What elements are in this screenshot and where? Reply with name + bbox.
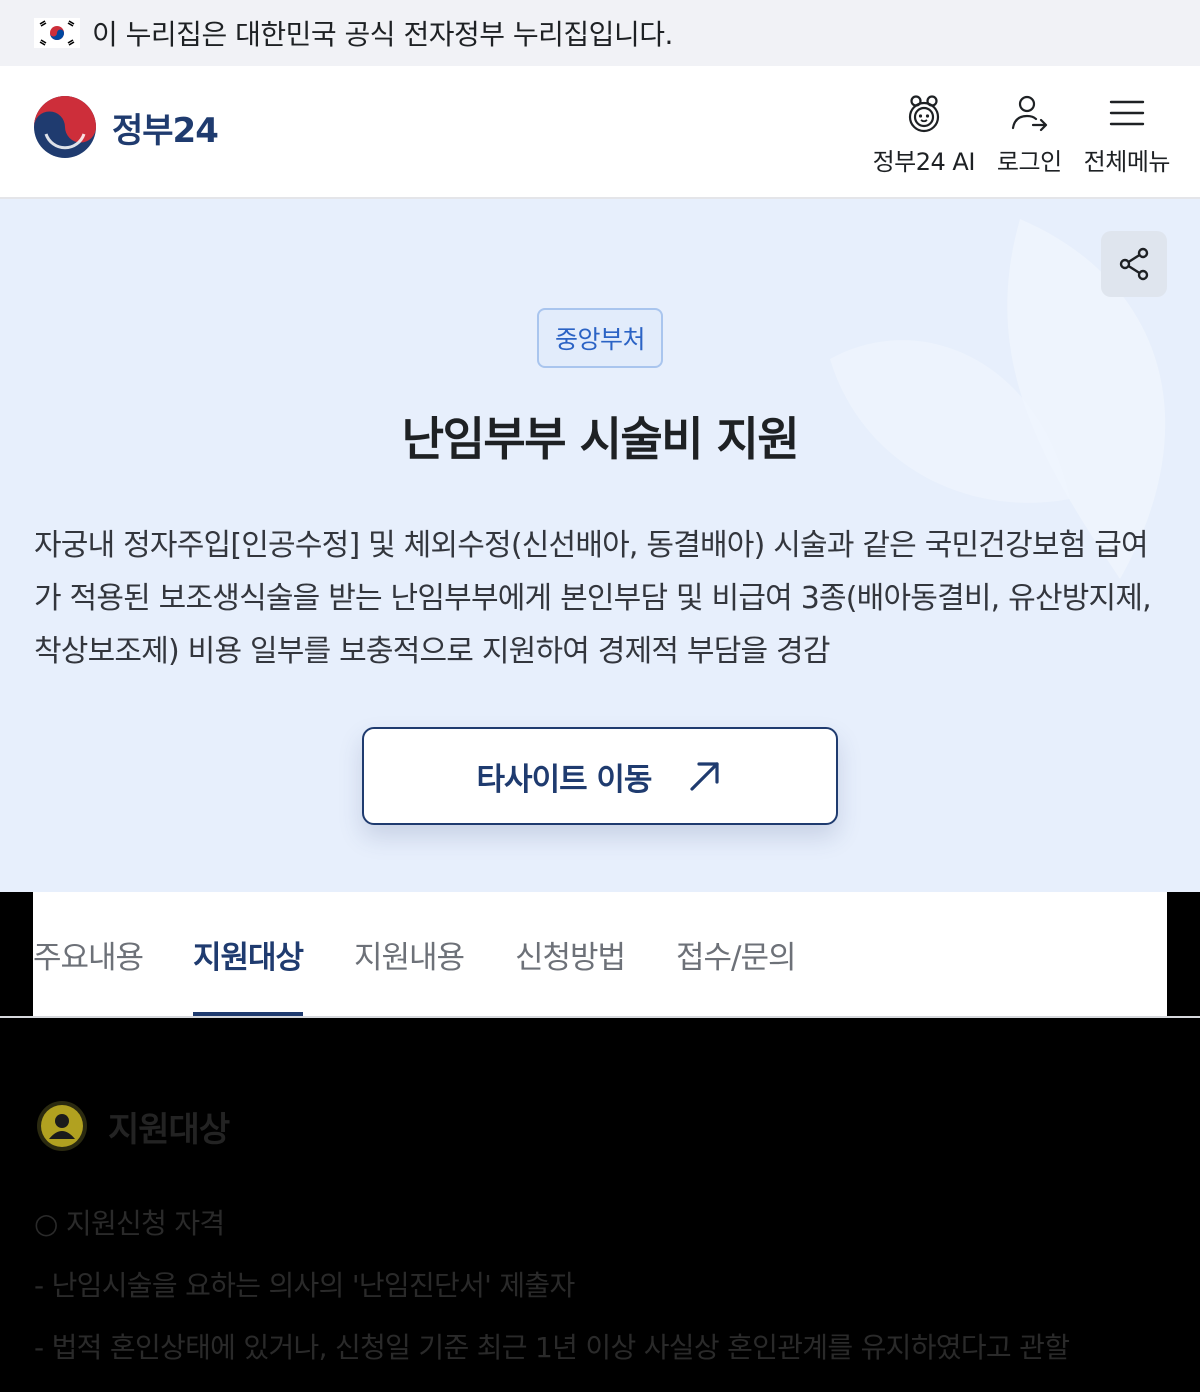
external-site-label: 타사이트 이동 — [476, 761, 653, 798]
header: 정부24 정부24 AI 로그인 전체메뉴 — [0, 66, 1200, 199]
logo-text: 정부24 — [112, 110, 219, 151]
nav-login-button[interactable]: 로그인 — [997, 92, 1062, 177]
hero-section: 중앙부처 난임부부 시술비 지원 자궁내 정자주입[인공수정] 및 체외수정(신… — [0, 199, 1200, 892]
nav-ai-label: 정부24 AI — [872, 148, 976, 176]
section-header: 지원대상 — [36, 1100, 230, 1152]
list-item: - 난임시술을 요하는 의사의 '난임진단서' 제출자 — [34, 1269, 575, 1302]
person-icon — [37, 1101, 87, 1151]
korea-flag-icon — [34, 18, 80, 48]
nav-ai-button[interactable]: 정부24 AI — [873, 92, 975, 177]
menu-icon — [1109, 100, 1145, 126]
content-section: 지원대상 ○ 지원신청 자격 - 난임시술을 요하는 의사의 '난임진단서' 제… — [0, 1018, 1200, 1392]
share-icon — [1119, 247, 1149, 281]
service-description: 자궁내 정자주입[인공수정] 및 체외수정(신선배아, 동결배아) 시술과 같은… — [34, 528, 1152, 669]
list-item: - 법적 혼인상태에 있거나, 신청일 기준 최근 1년 이상 사실상 혼인관계… — [34, 1331, 1070, 1364]
taegeuk-emblem-icon — [34, 96, 96, 158]
tab-bar: 주요내용 지원대상 지원내용 신청방법 접수/문의 — [33, 892, 1167, 1017]
gov-banner: 이 누리집은 대한민국 공식 전자정부 누리집입니다. — [0, 0, 1200, 66]
logo[interactable]: 정부24 — [32, 94, 219, 160]
tab-support-content[interactable]: 지원내용 — [354, 892, 465, 1017]
nav-menu-button[interactable]: 전체메뉴 — [1083, 92, 1171, 177]
nav-login-label: 로그인 — [996, 148, 1062, 176]
list-item: ○ 지원신청 자격 — [34, 1207, 225, 1240]
page-title: 난임부부 시술비 지원 — [401, 412, 800, 466]
login-icon — [1012, 95, 1048, 132]
external-site-button[interactable]: 타사이트 이동 — [362, 727, 838, 825]
share-button[interactable] — [1101, 231, 1167, 297]
tab-main-content[interactable]: 주요내용 — [33, 892, 144, 1017]
ai-character-icon — [908, 95, 939, 133]
section-title: 지원대상 — [108, 1109, 230, 1150]
gov-banner-text: 이 누리집은 대한민국 공식 전자정부 누리집입니다. — [92, 18, 673, 51]
nav-menu-label: 전체메뉴 — [1083, 148, 1171, 176]
tab-eligibility[interactable]: 지원대상 — [193, 892, 304, 1017]
tab-contact[interactable]: 접수/문의 — [676, 892, 797, 1017]
category-badge: 중앙부처 — [537, 308, 663, 368]
tab-application-method[interactable]: 신청방법 — [515, 892, 626, 1017]
header-nav: 정부24 AI 로그인 전체메뉴 — [873, 92, 1171, 177]
arrow-up-right-icon — [690, 762, 720, 791]
